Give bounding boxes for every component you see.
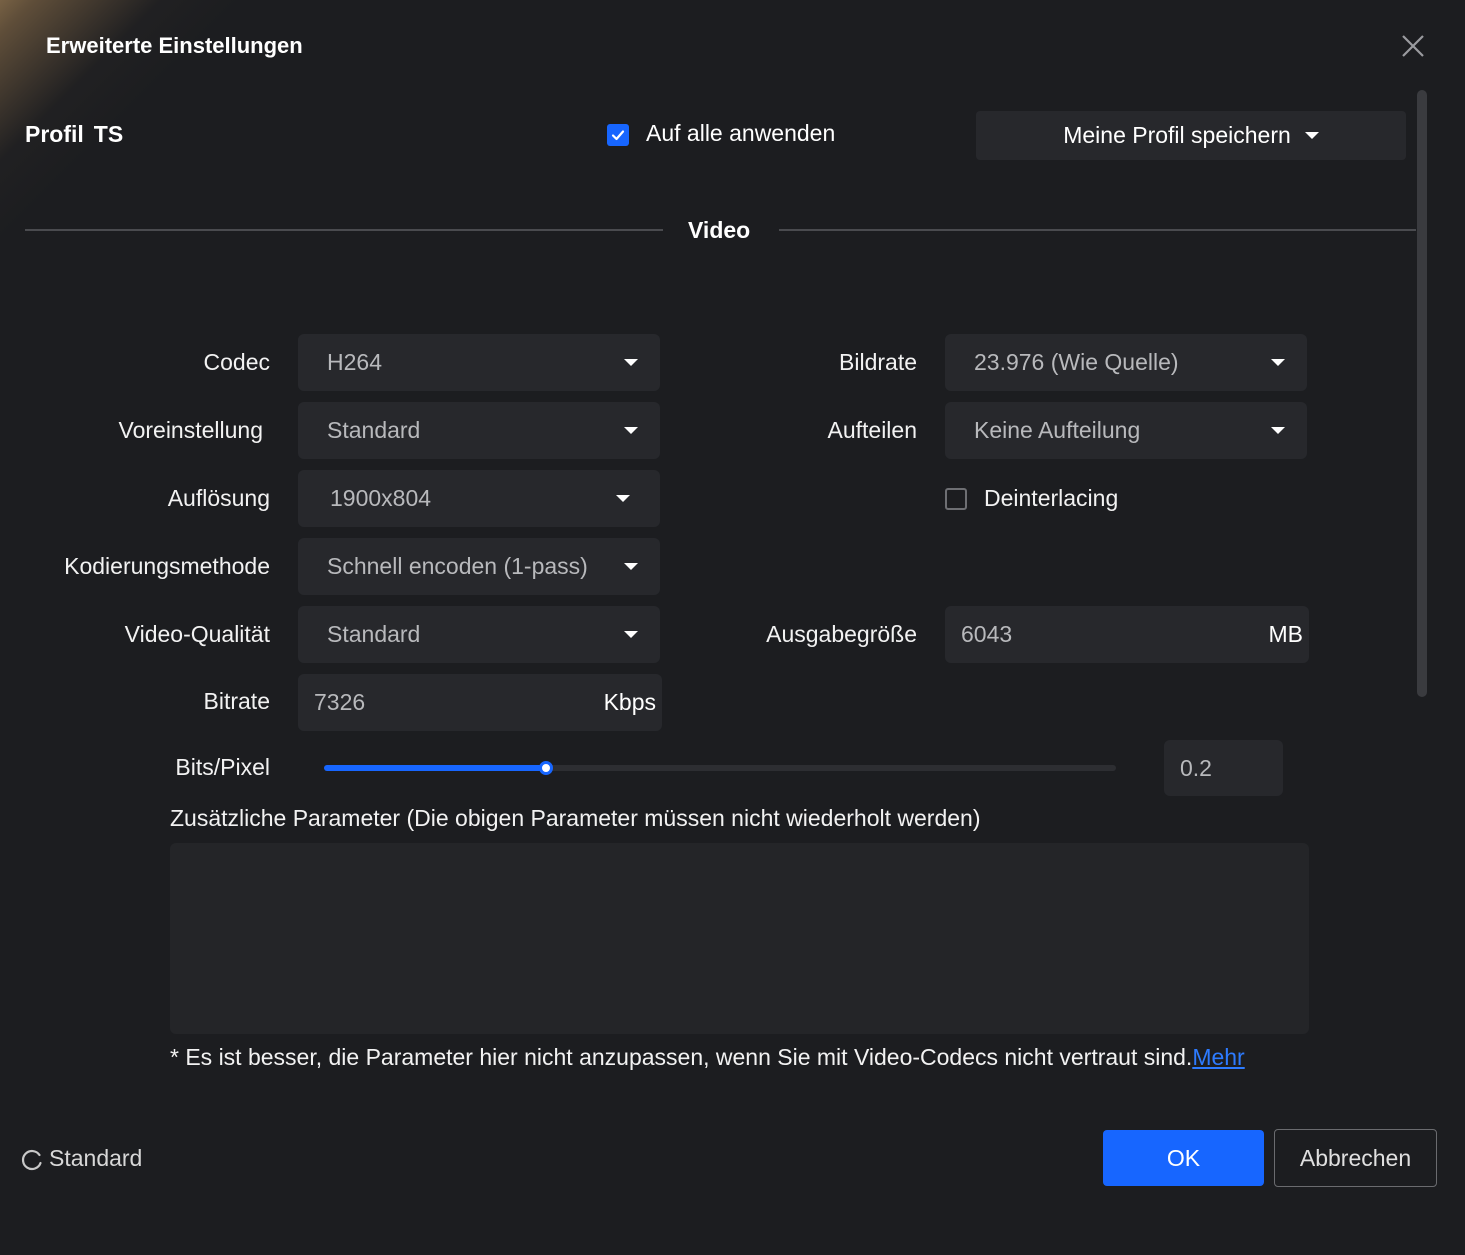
checkmark-icon [611, 130, 625, 141]
resolution-select[interactable]: 1900x804 [298, 470, 660, 527]
output-size-unit: MB [1268, 621, 1304, 647]
codec-label: Codec [203, 349, 270, 375]
ok-button[interactable]: OK [1103, 1130, 1264, 1186]
deinterlacing-checkbox[interactable] [945, 488, 967, 510]
section-title-video: Video [688, 217, 751, 243]
chevron-down-icon [624, 427, 638, 434]
profile-value: TS [93, 121, 124, 147]
close-icon[interactable] [1398, 31, 1428, 61]
video-quality-label: Video-Qualität [124, 621, 270, 647]
output-size-label: Ausgabegröße [766, 621, 917, 647]
apply-all-label[interactable]: Auf alle anwenden [646, 120, 835, 147]
advanced-settings-dialog: Erweiterte Einstellungen Profil TS Auf al… [0, 0, 1465, 1255]
deinterlacing-label[interactable]: Deinterlacing [984, 485, 1118, 512]
chevron-down-icon [1271, 359, 1285, 366]
reset-icon [21, 1149, 42, 1170]
extra-params-textarea[interactable] [170, 843, 1309, 1034]
preset-value: Standard [327, 417, 421, 443]
section-divider-left [25, 229, 663, 231]
split-label: Aufteilen [827, 417, 917, 443]
dialog-title: Erweiterte Einstellungen [46, 33, 303, 58]
chevron-down-icon [616, 495, 630, 502]
resolution-value: 1900x804 [330, 485, 432, 511]
apply-all-checkbox[interactable] [607, 124, 629, 146]
encoding-method-value: Schnell encoden (1-pass) [327, 553, 588, 579]
framerate-label: Bildrate [839, 349, 917, 375]
profile-heading: Profil TS [25, 121, 133, 148]
extra-params-label: Zusätzliche Parameter (Die obigen Parame… [170, 805, 981, 831]
framerate-select[interactable]: 23.976 (Wie Quelle) [945, 334, 1307, 391]
hint-text: * Es ist besser, die Parameter hier nich… [170, 1044, 1245, 1071]
codec-select[interactable]: H264 [298, 334, 660, 391]
output-size-input[interactable]: 6043 MB [945, 606, 1309, 663]
bits-pixel-label: Bits/Pixel [175, 754, 270, 780]
output-size-value: 6043 [961, 621, 1013, 647]
save-profile-button[interactable]: Meine Profil speichern [976, 111, 1406, 160]
codec-value: H264 [327, 349, 382, 375]
chevron-down-icon [624, 359, 638, 366]
bitrate-unit: Kbps [603, 689, 656, 715]
scrollbar-thumb[interactable] [1417, 90, 1427, 697]
preset-label: Voreinstellung [118, 417, 264, 443]
reset-default-button[interactable]: Standard [19, 1145, 142, 1172]
split-value: Keine Aufteilung [974, 417, 1141, 443]
chevron-down-icon [1271, 427, 1285, 434]
cancel-button[interactable]: Abbrechen [1274, 1129, 1437, 1187]
bits-pixel-value: 0.2 [1180, 754, 1212, 781]
more-link[interactable]: Mehr [1192, 1044, 1244, 1070]
encoding-method-select[interactable]: Schnell encoden (1-pass) [298, 538, 660, 595]
bits-pixel-slider-handle[interactable] [539, 761, 553, 775]
bitrate-value: 7326 [314, 689, 366, 715]
section-divider-right [779, 229, 1416, 231]
resolution-label: Auflösung [167, 485, 270, 511]
bits-pixel-input[interactable]: 0.2 [1164, 740, 1283, 796]
encoding-method-label: Kodierungsmethode [64, 553, 270, 579]
bitrate-label: Bitrate [203, 688, 270, 714]
chevron-down-icon [624, 563, 638, 570]
bits-pixel-slider-fill [324, 765, 546, 771]
reset-default-label: Standard [49, 1145, 143, 1171]
chevron-down-icon [1304, 132, 1319, 139]
video-quality-value: Standard [327, 621, 421, 647]
profile-label: Profil [25, 121, 84, 147]
hint-message: * Es ist besser, die Parameter hier nich… [170, 1044, 1193, 1070]
preset-select[interactable]: Standard [298, 402, 660, 459]
chevron-down-icon [624, 631, 638, 638]
framerate-value: 23.976 (Wie Quelle) [974, 349, 1179, 375]
save-profile-label: Meine Profil speichern [1063, 122, 1291, 148]
bitrate-input[interactable]: 7326 Kbps [298, 674, 662, 731]
split-select[interactable]: Keine Aufteilung [945, 402, 1307, 459]
video-quality-select[interactable]: Standard [298, 606, 660, 663]
